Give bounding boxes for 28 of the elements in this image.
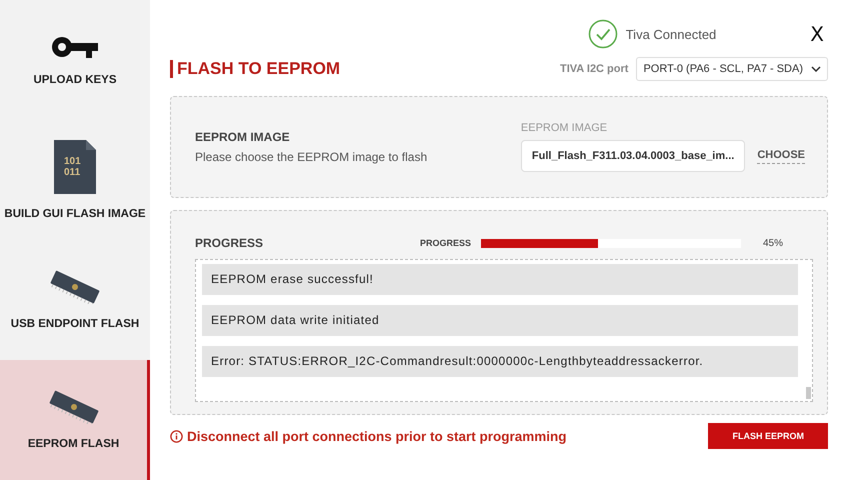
log-message: EEPROM erase successful! <box>202 264 798 295</box>
status-text: Tiva Connected <box>626 26 716 42</box>
nav-item[interactable]: UPLOAD KEYS <box>0 0 150 120</box>
port-dropdown[interactable]: PORT-0 (PA6 - SCL, PA7 - SDA) <box>636 57 828 81</box>
close-button[interactable]: X <box>810 22 824 46</box>
scrollbar-thumb[interactable] <box>806 387 811 399</box>
panel-title: EEPROM IMAGE <box>195 130 291 144</box>
binary-file-icon <box>54 140 96 194</box>
file-field[interactable]: Full_Flash_F311.03.04.0003_base_im... <box>520 140 746 172</box>
page-title: FLASH TO EEPROM <box>170 60 340 78</box>
caret-icon <box>811 66 821 72</box>
nav-item[interactable]: EEPROM FLASH <box>0 360 150 480</box>
nav-item[interactable]: USB ENDPOINT FLASH <box>0 240 150 360</box>
port-label: TIVA I2C port <box>560 63 628 75</box>
progress-label: PROGRESS <box>420 238 471 248</box>
field-label: EEPROM IMAGE <box>520 122 608 134</box>
flash-button[interactable]: FLASH EEPROM <box>708 423 828 449</box>
warning-text: Disconnect all port connections prior to start programming <box>187 428 567 444</box>
panel-title: PROGRESS <box>195 236 264 250</box>
key-icon <box>50 34 100 60</box>
choose-link[interactable]: CHOOSE <box>757 148 805 164</box>
info-icon <box>170 430 183 442</box>
panel-description: Please choose the EEPROM image to flash <box>195 150 428 164</box>
log-message: Error: STATUS:ERROR_I2C-Commandresult:0000000c-Lengthbyteaddressackerror. <box>202 346 798 377</box>
log-message: EEPROM data write initiated <box>202 305 798 336</box>
progress-reading: 45% <box>762 238 783 248</box>
nav-item[interactable]: 101 011 BUILD GUI FLASH IMAGE <box>0 120 150 240</box>
icon-digits: 101 011 <box>64 156 81 178</box>
